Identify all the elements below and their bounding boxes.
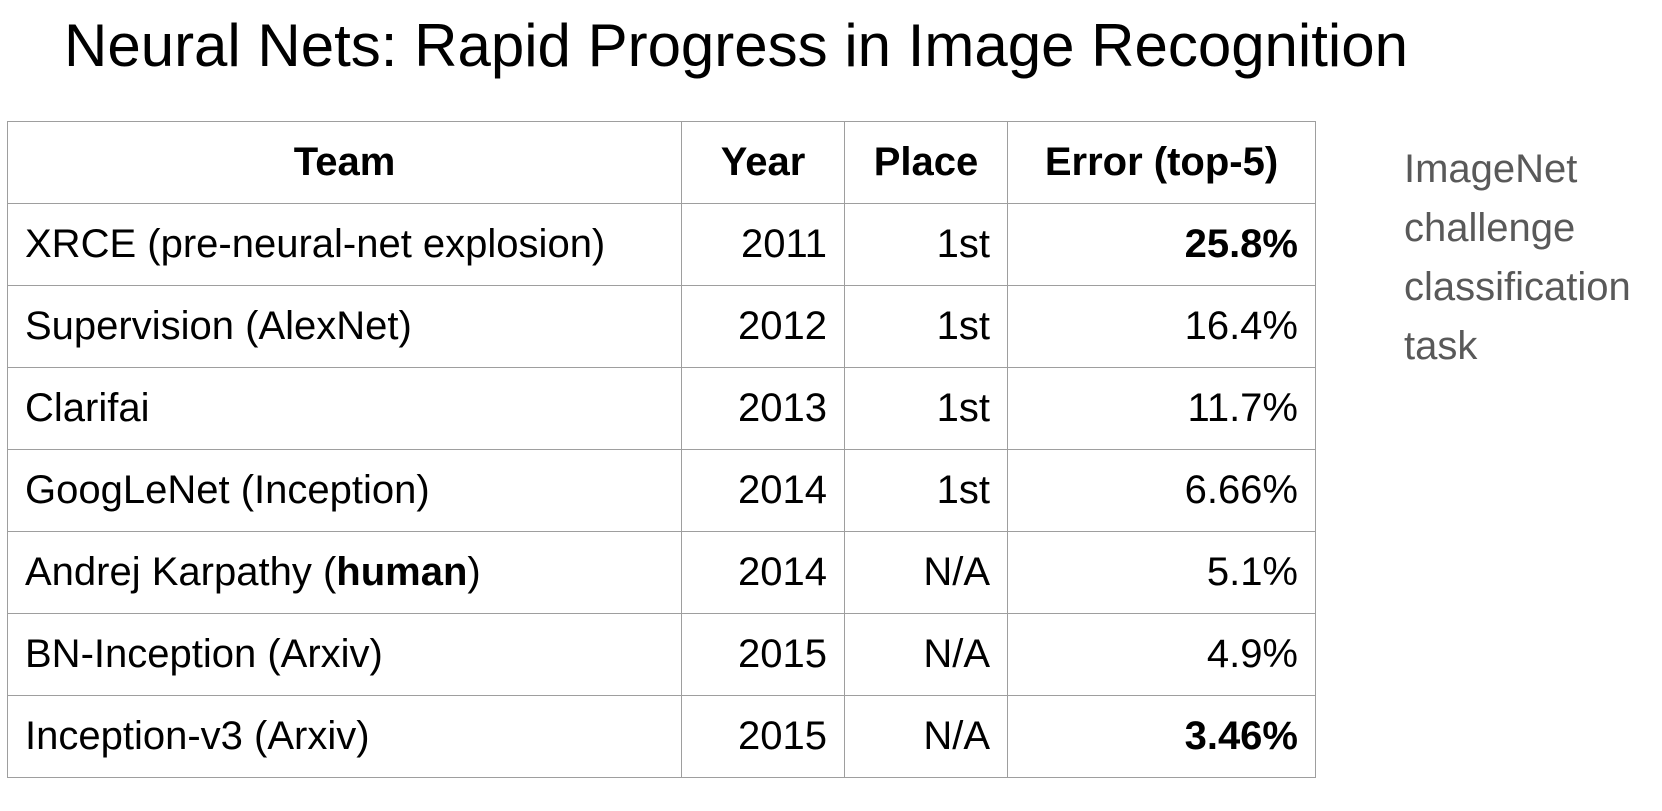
team-name-suffix: ) <box>467 550 481 594</box>
team-cell: XRCE (pre-neural-net explosion) <box>7 203 682 286</box>
place-cell: 1st <box>844 285 1008 368</box>
year-cell: 2015 <box>681 695 845 778</box>
slide-title: Neural Nets: Rapid Progress in Image Rec… <box>64 12 1408 79</box>
error-cell: 11.7% <box>1007 367 1316 450</box>
table-row: XRCE (pre-neural-net explosion) 2011 1st… <box>7 203 1316 286</box>
table-row: Andrej Karpathy (human) 2014 N/A 5.1% <box>7 531 1316 614</box>
place-cell: 1st <box>844 203 1008 286</box>
team-cell: BN-Inception (Arxiv) <box>7 613 682 696</box>
year-cell: 2013 <box>681 367 845 450</box>
year-cell: 2011 <box>681 203 845 286</box>
header-error: Error (top-5) <box>1007 121 1316 204</box>
error-cell: 3.46% <box>1007 695 1316 778</box>
team-cell: Clarifai <box>7 367 682 450</box>
place-cell: N/A <box>844 613 1008 696</box>
side-note-line: ImageNet <box>1404 147 1578 191</box>
side-note: ImageNet challenge classification task <box>1404 140 1654 376</box>
year-cell: 2014 <box>681 449 845 532</box>
header-team: Team <box>7 121 682 204</box>
error-cell: 16.4% <box>1007 285 1316 368</box>
error-cell: 4.9% <box>1007 613 1316 696</box>
team-name-prefix: Andrej Karpathy ( <box>25 550 337 594</box>
year-cell: 2014 <box>681 531 845 614</box>
error-cell: 25.8% <box>1007 203 1316 286</box>
team-name-emphasis: human <box>336 550 468 594</box>
table-row: GoogLeNet (Inception) 2014 1st 6.66% <box>7 449 1316 532</box>
table-row: Supervision (AlexNet) 2012 1st 16.4% <box>7 285 1316 368</box>
team-cell: Supervision (AlexNet) <box>7 285 682 368</box>
side-note-line: task <box>1404 324 1478 368</box>
table-row: BN-Inception (Arxiv) 2015 N/A 4.9% <box>7 613 1316 696</box>
error-cell: 5.1% <box>1007 531 1316 614</box>
year-cell: 2012 <box>681 285 845 368</box>
year-cell: 2015 <box>681 613 845 696</box>
place-cell: N/A <box>844 531 1008 614</box>
table-header-row: Team Year Place Error (top-5) <box>7 121 1316 204</box>
error-cell: 6.66% <box>1007 449 1316 532</box>
results-table: Team Year Place Error (top-5) XRCE (pre-… <box>7 121 1316 778</box>
team-cell: Andrej Karpathy (human) <box>7 531 682 614</box>
team-cell: GoogLeNet (Inception) <box>7 449 682 532</box>
side-note-line: challenge <box>1404 206 1576 250</box>
table-row: Inception-v3 (Arxiv) 2015 N/A 3.46% <box>7 695 1316 778</box>
place-cell: 1st <box>844 367 1008 450</box>
place-cell: N/A <box>844 695 1008 778</box>
place-cell: 1st <box>844 449 1008 532</box>
header-year: Year <box>681 121 845 204</box>
header-place: Place <box>844 121 1008 204</box>
table-row: Clarifai 2013 1st 11.7% <box>7 367 1316 450</box>
side-note-line: classification <box>1404 265 1631 309</box>
team-cell: Inception-v3 (Arxiv) <box>7 695 682 778</box>
